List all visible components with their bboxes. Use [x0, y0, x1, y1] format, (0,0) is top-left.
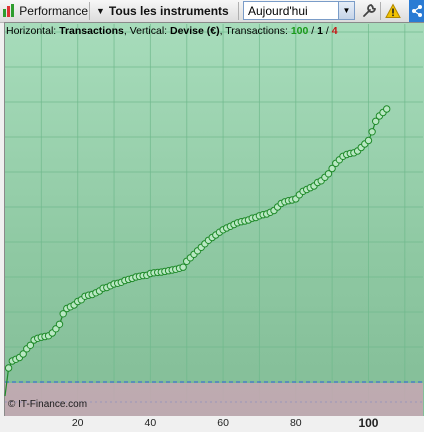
data-point [55, 320, 64, 328]
data-point [368, 128, 376, 136]
vertical-value: Devise (€) [170, 25, 220, 37]
x-tick-label: 20 [71, 417, 84, 429]
equity-curve-chart [4, 24, 423, 416]
x-tick-label: 60 [217, 417, 229, 429]
transactions-total: 100 [290, 25, 309, 37]
data-point [4, 364, 13, 372]
data-point [383, 105, 391, 113]
chart-header: Horizontal: Transactions, Vertical: Devi… [6, 25, 338, 37]
copyright-label: © IT-Finance.com [8, 399, 88, 410]
transactions-losing: 4 [331, 25, 338, 37]
x-tick-label: 40 [144, 417, 157, 429]
vertical-prefix: , Vertical: [123, 25, 170, 37]
separator: / [308, 25, 318, 37]
horizontal-value: Transactions [59, 25, 124, 37]
x-tick-label: 100 [358, 416, 379, 430]
transactions-prefix: , Transactions: [219, 25, 291, 37]
data-point [179, 263, 187, 271]
data-point [364, 136, 373, 145]
horizontal-prefix: Horizontal: [6, 25, 60, 37]
separator: / [322, 25, 332, 37]
x-tick-label: 80 [289, 417, 302, 429]
x-axis: 20 40 60 80 100 [0, 416, 424, 432]
